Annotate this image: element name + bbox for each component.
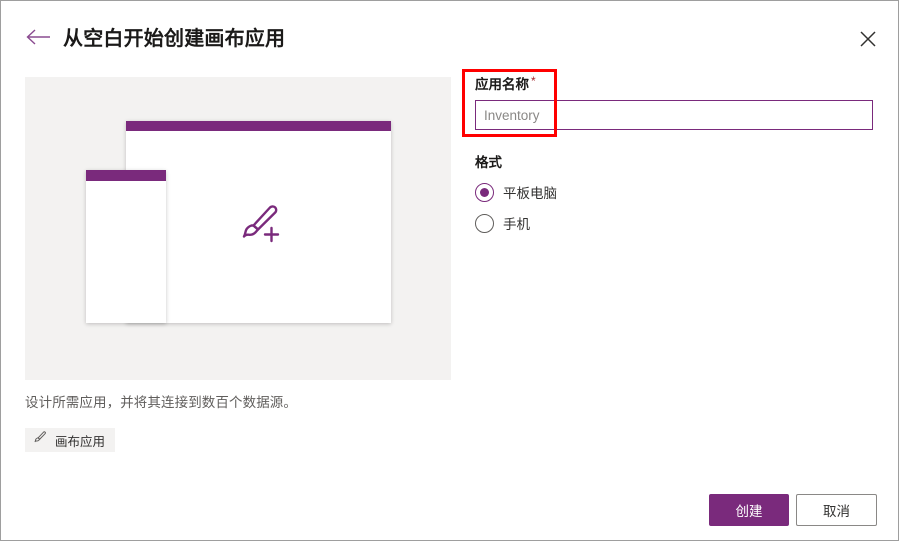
app-name-input[interactable] (475, 100, 873, 130)
app-settings-form: 应用名称* 格式 平板电脑 手机 (475, 73, 875, 233)
phone-preview-frame (86, 170, 166, 323)
format-option-tablet[interactable]: 平板电脑 (475, 182, 557, 202)
required-marker: * (531, 74, 536, 88)
create-canvas-app-dialog: 从空白开始创建画布应用 设计所需应用，并将其连接到数百个数据源。 画布应用 应用… (0, 0, 899, 541)
app-name-label-text: 应用名称 (475, 77, 529, 92)
dialog-footer: 创建 取消 (1, 472, 898, 540)
back-arrow-icon[interactable] (23, 25, 53, 49)
app-name-label: 应用名称 * (475, 73, 875, 93)
tablet-title-bar (126, 121, 391, 131)
dialog-header: 从空白开始创建画布应用 (1, 1, 898, 71)
format-option-phone[interactable]: 手机 (475, 213, 530, 233)
close-icon[interactable] (852, 23, 884, 55)
canvas-app-tag: 画布应用 (25, 428, 116, 452)
create-button[interactable]: 创建 (709, 494, 789, 526)
cancel-button[interactable]: 取消 (796, 494, 877, 526)
radio-icon-phone (475, 213, 494, 233)
format-option-phone-label: 手机 (503, 217, 530, 232)
paintbrush-icon (33, 430, 48, 450)
radio-icon-tablet (475, 182, 494, 202)
canvas-app-tag-label: 画布应用 (55, 434, 106, 449)
app-description: 设计所需应用，并将其连接到数百个数据源。 (25, 395, 297, 410)
app-preview-illustration (25, 77, 451, 380)
format-option-tablet-label: 平板电脑 (503, 186, 557, 201)
phone-title-bar (86, 170, 166, 181)
format-label: 格式 (475, 155, 502, 170)
page-title: 从空白开始创建画布应用 (63, 28, 286, 50)
radio-dot-tablet (480, 187, 489, 197)
paintbrush-plus-icon (230, 194, 290, 254)
radio-dot-phone (480, 219, 489, 228)
